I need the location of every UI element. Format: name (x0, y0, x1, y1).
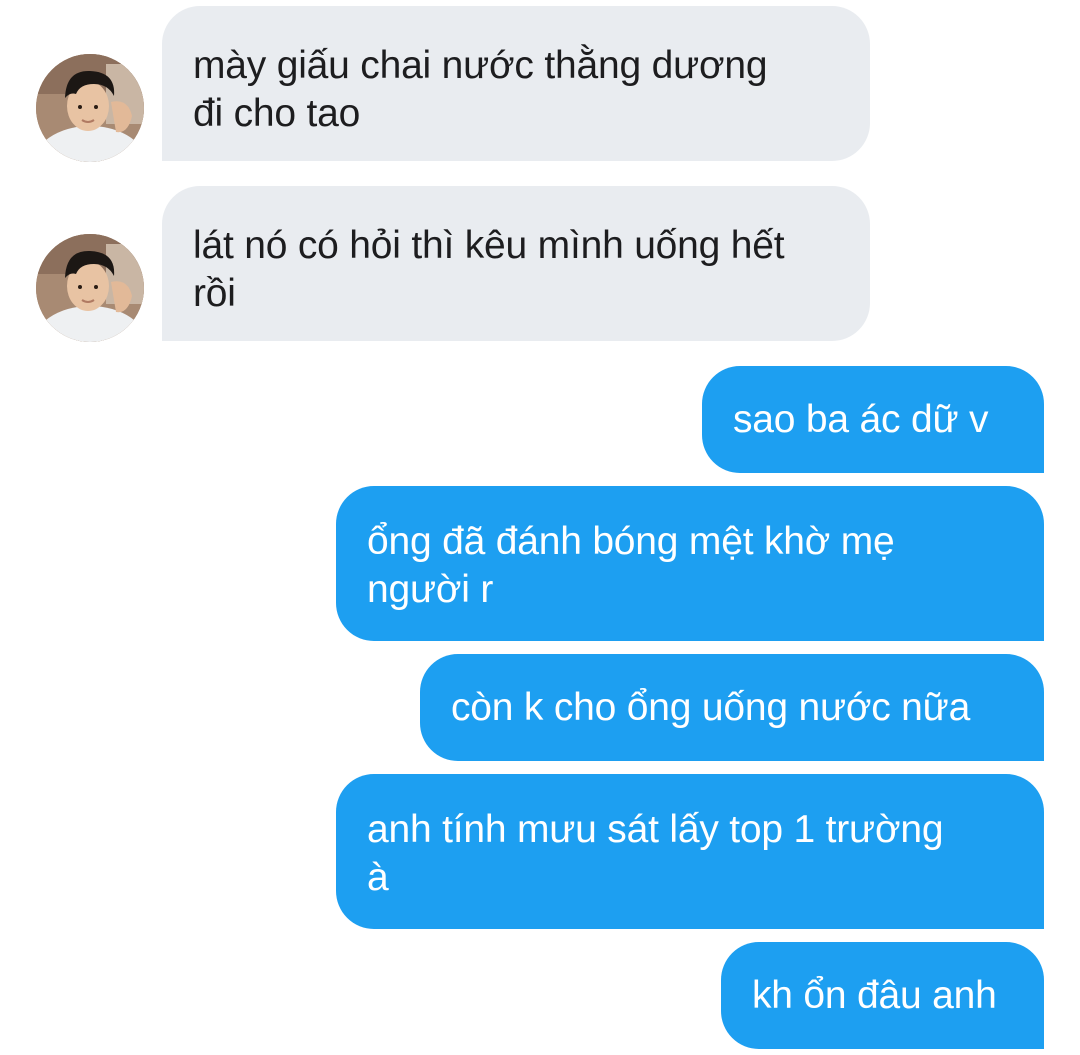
message-bubble-outgoing[interactable]: ổng đã đánh bóng mệt khờ mẹ người r (336, 486, 1044, 641)
avatar-photo-icon (36, 234, 144, 342)
message-thread: mày giấu chai nước thằng dương đi cho ta… (0, 0, 1080, 1055)
message-bubble-incoming[interactable]: lát nó có hỏi thì kêu mình uống hết rồi (162, 186, 870, 341)
sender-avatar[interactable] (36, 54, 144, 162)
message-bubble-outgoing[interactable]: anh tính mưu sát lấy top 1 trường à (336, 774, 1044, 929)
message-bubble-outgoing[interactable]: kh ổn đâu anh (721, 942, 1044, 1049)
message-bubble-incoming[interactable]: mày giấu chai nước thằng dương đi cho ta… (162, 6, 870, 161)
message-bubble-outgoing[interactable]: sao ba ác dữ v (702, 366, 1044, 473)
avatar-photo-icon (36, 54, 144, 162)
sender-avatar[interactable] (36, 234, 144, 342)
message-bubble-outgoing[interactable]: còn k cho ổng uống nước nữa (420, 654, 1044, 761)
